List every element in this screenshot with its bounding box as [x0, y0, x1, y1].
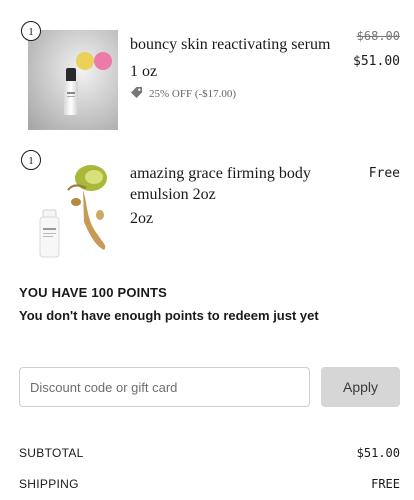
discount-line: 25% OFF (-$17.00) — [130, 86, 236, 102]
points-message: You don't have enough points to redeem j… — [19, 308, 319, 323]
product-variant: 2oz — [130, 210, 154, 227]
cart-item: 1 amazing grace firming body emulsion 2o… — [0, 140, 414, 270]
subtotal-label: SUBTOTAL — [19, 446, 84, 460]
emulsion-product-photo — [28, 160, 118, 260]
points-title: YOU HAVE 100 POINTS — [19, 285, 168, 300]
original-price: $68.00 — [356, 29, 400, 43]
quantity-badge: 1 — [21, 150, 41, 170]
product-name[interactable]: amazing grace firming body emulsion 2oz — [130, 163, 340, 205]
final-price: Free — [368, 166, 400, 181]
subtotal-row: SUBTOTAL $51.00 — [19, 446, 400, 460]
subtotal-value: $51.00 — [356, 446, 400, 460]
serum-product-photo — [28, 30, 118, 130]
discount-text: 25% OFF (-$17.00) — [149, 88, 237, 100]
product-image-serum[interactable] — [28, 30, 118, 130]
tag-icon — [130, 86, 143, 102]
product-image-emulsion[interactable] — [28, 160, 118, 260]
shipping-row: SHIPPING FREE — [19, 477, 400, 491]
shipping-label: SHIPPING — [19, 477, 79, 491]
product-variant: 1 oz — [130, 63, 158, 80]
quantity-badge: 1 — [21, 21, 41, 41]
shipping-value: FREE — [371, 477, 400, 491]
discount-code-input[interactable] — [19, 367, 310, 407]
final-price: $51.00 — [353, 54, 400, 69]
product-name[interactable]: bouncy skin reactivating serum — [130, 34, 340, 55]
apply-button[interactable]: Apply — [321, 367, 400, 407]
cart-item: 1 bouncy skin reactivating serum 1 oz 25… — [0, 0, 414, 140]
